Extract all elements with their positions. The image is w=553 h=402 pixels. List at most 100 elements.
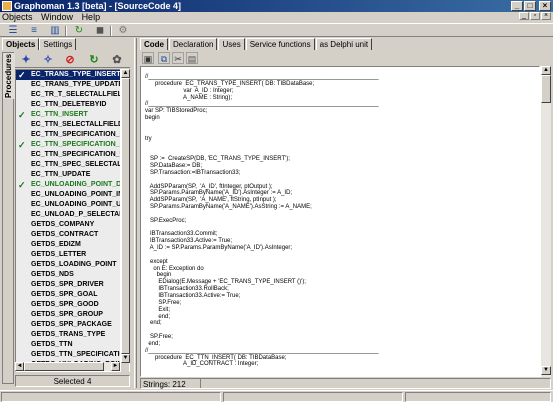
editor-gutter: [141, 67, 144, 376]
code-tabs: Code Declaration Uses Service functions …: [140, 38, 373, 50]
save-icon[interactable]: ▣: [142, 52, 154, 64]
list-item[interactable]: EC_TTN_UPDATE: [16, 170, 129, 180]
panel-splitter[interactable]: [134, 38, 137, 388]
list-item[interactable]: EC_TR_T_SELECTALLFIELDS: [16, 90, 129, 100]
list-item[interactable]: EC_UNLOADING_POINT_UP: [16, 200, 129, 210]
menu-objects[interactable]: Objects: [2, 12, 33, 22]
list-item[interactable]: ✓ EC_TRANS_TYPE_INSERT: [16, 70, 129, 80]
list-item[interactable]: GETDS_LOADING_POINT: [16, 260, 129, 270]
scroll-down-icon[interactable]: ▼: [121, 354, 130, 363]
procedure-name: GETDS_CONTRACT: [31, 231, 99, 238]
procedure-name: EC_TR_T_SELECTALLFIELDS: [31, 91, 129, 98]
tab-service-functions[interactable]: Service functions: [245, 38, 315, 50]
procedure-name: GETDS_NDS: [31, 271, 74, 278]
mdi-close-button[interactable]: ×: [541, 12, 551, 20]
list-item[interactable]: EC_UNLOADING_POINT_INS: [16, 190, 129, 200]
stop-icon[interactable]: ⊘: [63, 54, 77, 66]
list-item[interactable]: GETDS_SPR_GOAL: [16, 290, 129, 300]
code-text[interactable]: //______________________________________…: [145, 74, 379, 368]
list-item[interactable]: GETDS_TTN: [16, 340, 129, 350]
selected-count: Selected 4: [15, 375, 130, 387]
list-item[interactable]: GETDS_LETTER: [16, 250, 129, 260]
scroll-up-icon[interactable]: ▲: [121, 69, 130, 78]
uncheck-all-icon[interactable]: ✧: [41, 54, 55, 66]
list-item[interactable]: GETDS_NDS: [16, 270, 129, 280]
tab-procedures[interactable]: Procedures: [3, 53, 15, 99]
scroll-down-icon[interactable]: ▼: [541, 366, 551, 375]
procedure-name: GETDS_LETTER: [31, 251, 87, 258]
menu-help[interactable]: Help: [82, 12, 101, 22]
list-item[interactable]: EC_UNLOAD_P_SELECTALLF: [16, 210, 129, 220]
list-item[interactable]: EC_TTN_SELECTALLFIELDS: [16, 120, 129, 130]
list-item[interactable]: GETDS_SPR_PACKAGE: [16, 320, 129, 330]
mdi-restore-button[interactable]: ▫: [530, 12, 540, 20]
status-panel: [223, 392, 403, 402]
procedure-name: EC_TTN_SPECIFICATION_UP: [31, 151, 129, 158]
list-item[interactable]: EC_TTN_SPEC_SELECTALLF: [16, 160, 129, 170]
list-item[interactable]: GETDS_COMPANY: [16, 220, 129, 230]
menu-window[interactable]: Window: [41, 12, 73, 22]
refresh-icon[interactable]: ↻: [72, 25, 86, 37]
procedure-name: GETDS_SPR_PACKAGE: [31, 321, 112, 328]
paste-icon[interactable]: ▤: [186, 52, 198, 64]
tab-settings[interactable]: Settings: [39, 38, 77, 50]
code-editor-vertical-scrollbar[interactable]: ▲ ▼: [540, 66, 551, 377]
list-item[interactable]: EC_TRANS_TYPE_UPDATE: [16, 80, 129, 90]
procedure-name: GETDS_SPR_DRIVER: [31, 281, 104, 288]
procedure-name: GETDS_TTN_SPECIFICATIO: [31, 351, 125, 358]
gear-icon[interactable]: ⚙: [116, 25, 130, 37]
check-all-icon[interactable]: ✦: [19, 54, 33, 66]
tab-declaration[interactable]: Declaration: [169, 38, 218, 50]
list-item[interactable]: GETDS_EDIZM: [16, 240, 129, 250]
scroll-right-icon[interactable]: ►: [111, 362, 120, 371]
list-item[interactable]: GETDS_CONTRACT: [16, 230, 129, 240]
scroll-thumb[interactable]: [24, 362, 104, 371]
procedure-list-vertical-scrollbar[interactable]: ▲ ▼: [120, 69, 130, 372]
cut-icon[interactable]: ✂: [172, 52, 184, 64]
procedure-name: EC_TTN_SPEC_SELECTALLF: [31, 161, 129, 168]
menu-bar: Objects Window Help _ ▫ ×: [0, 12, 553, 22]
refresh-icon[interactable]: ↻: [87, 54, 101, 66]
list-item[interactable]: GETDS_SPR_GROUP: [16, 310, 129, 320]
list-icon[interactable]: ≡: [27, 25, 41, 37]
scroll-left-icon[interactable]: ◄: [15, 362, 24, 371]
maximize-button[interactable]: □: [524, 1, 536, 11]
procedure-list-horizontal-scrollbar[interactable]: ◄ ►: [15, 362, 120, 371]
checkmark-icon: ✓: [18, 110, 26, 120]
title-bar: Graphoman 1.3 [beta] - [SourceCode 4] _ …: [0, 0, 553, 12]
list-item[interactable]: EC_TTN_DELETEBYID: [16, 100, 129, 110]
scroll-up-icon[interactable]: ▲: [541, 66, 551, 75]
mdi-controls: _ ▫ ×: [519, 12, 551, 20]
list-item[interactable]: GETDS_SPR_DRIVER: [16, 280, 129, 290]
list-item[interactable]: EC_TTN_SPECIFICATION_UP: [16, 150, 129, 160]
list-item[interactable]: GETDS_TRANS_TYPE: [16, 330, 129, 340]
tab-uses[interactable]: Uses: [218, 38, 245, 50]
list-item[interactable]: EC_TTN_SPECIFICATION_DE: [16, 130, 129, 140]
database-icon[interactable]: ◼: [93, 25, 107, 37]
stack-icon[interactable]: ☰: [6, 25, 20, 37]
procedure-name: EC_UNLOADING_POINT_INS: [31, 191, 128, 198]
window-controls: _ □ ×: [511, 1, 551, 11]
tab-delphi-unit[interactable]: as Delphi unit: [315, 38, 373, 50]
list-item[interactable]: ✓ EC_TTN_SPECIFICATION_IN: [16, 140, 129, 150]
window-title: Graphoman 1.3 [beta] - [SourceCode 4]: [14, 1, 182, 11]
list-item[interactable]: GETDS_SPR_GOOD: [16, 300, 129, 310]
scroll-thumb[interactable]: [121, 78, 130, 354]
mdi-minimize-button[interactable]: _: [519, 12, 529, 20]
tab-code[interactable]: Code: [140, 38, 168, 50]
columns-icon[interactable]: ▥: [48, 25, 62, 37]
list-item[interactable]: ✓ EC_TTN_INSERT: [16, 110, 129, 120]
scroll-thumb[interactable]: [541, 75, 551, 103]
list-item[interactable]: ✓ EC_UNLOADING_POINT_DE: [16, 180, 129, 190]
procedure-name: GETDS_TRANS_TYPE: [31, 331, 106, 338]
copy-icon[interactable]: ⧉: [158, 52, 170, 64]
tab-objects[interactable]: Objects: [2, 38, 40, 50]
list-item[interactable]: GETDS_TTN_SPECIFICATIO: [16, 350, 129, 360]
minimize-button[interactable]: _: [511, 1, 523, 11]
editor-toolbar: ▣ ⧉ ✂ ▤: [140, 51, 551, 65]
checkmark-icon: ✓: [18, 140, 26, 150]
settings-icon[interactable]: ✿: [110, 54, 124, 66]
code-editor[interactable]: //______________________________________…: [140, 66, 540, 377]
procedure-name: EC_TTN_SPECIFICATION_DE: [31, 131, 129, 138]
close-button[interactable]: ×: [539, 1, 551, 11]
